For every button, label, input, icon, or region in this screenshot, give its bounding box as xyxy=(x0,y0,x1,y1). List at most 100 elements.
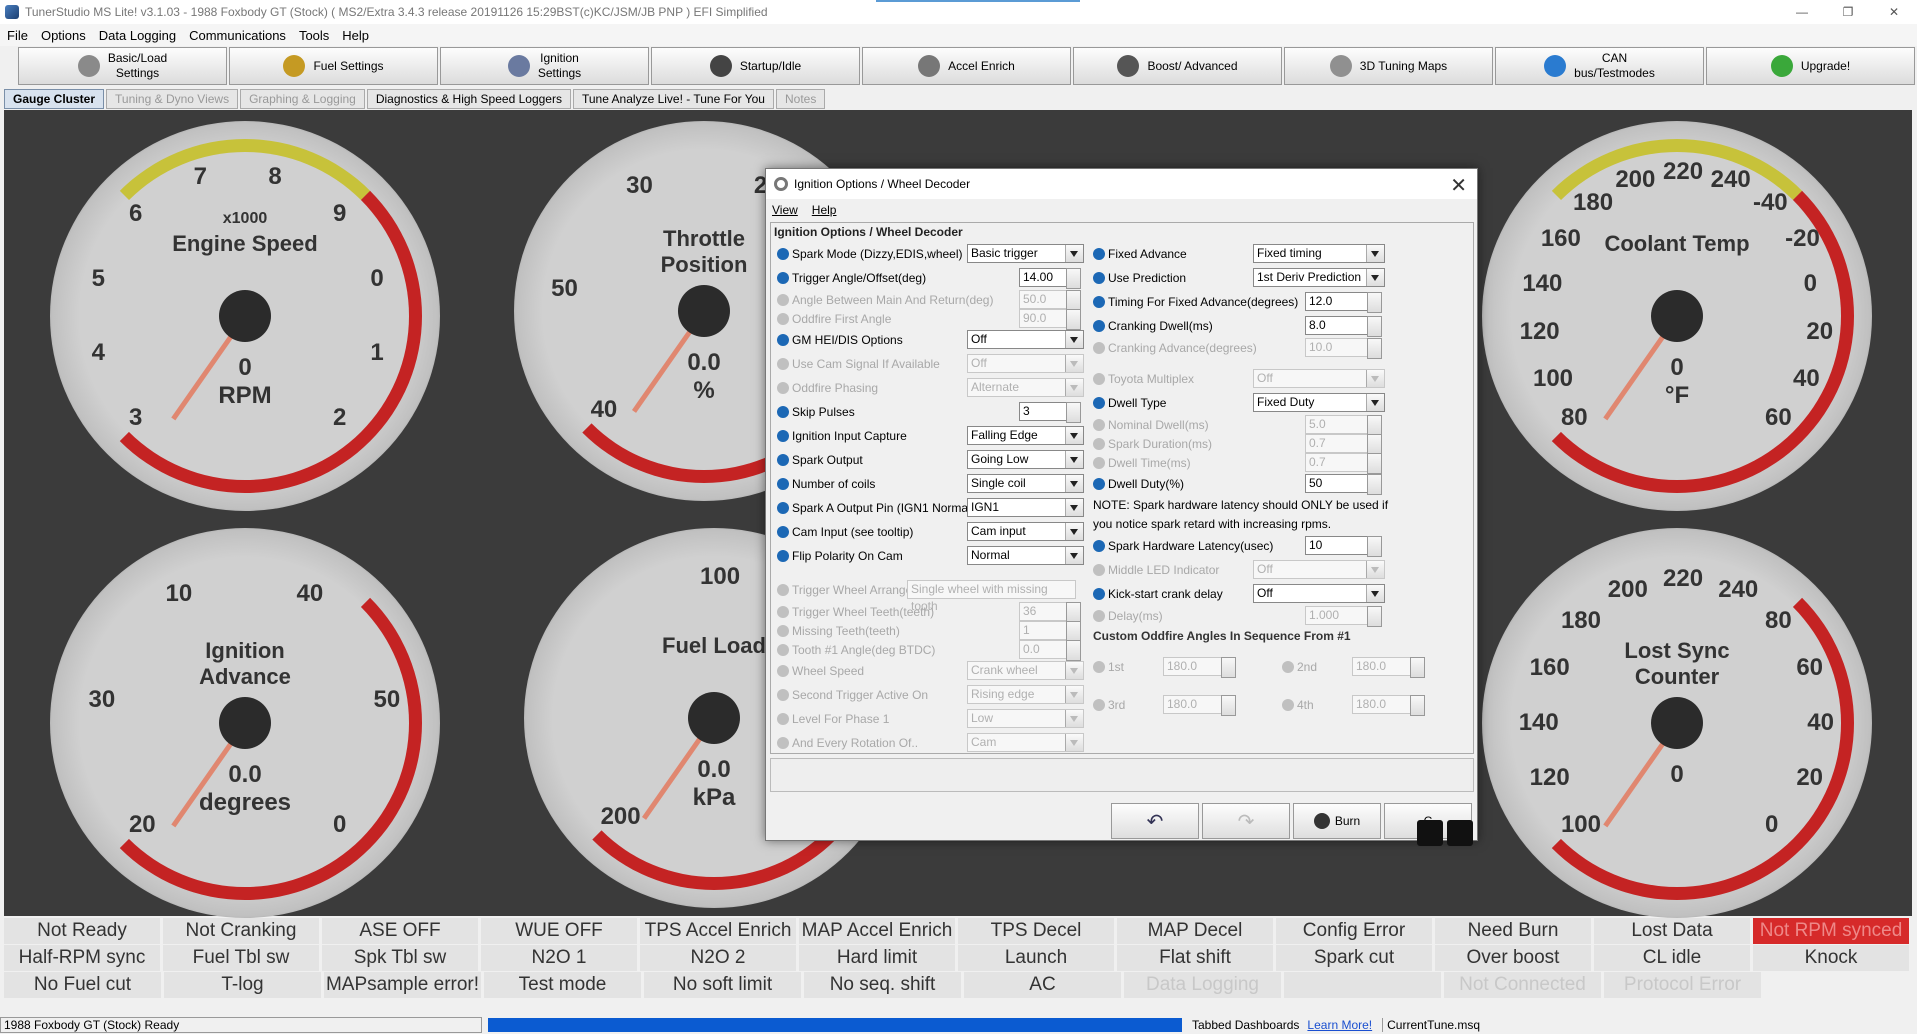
help-icon[interactable] xyxy=(777,737,789,749)
help-icon[interactable] xyxy=(777,624,789,637)
oddfire-spinner: 180.0 xyxy=(1352,695,1425,716)
burn-button[interactable]: Burn xyxy=(1293,803,1381,839)
menu-options[interactable]: Options xyxy=(41,28,86,43)
setting-label: Number of coils xyxy=(792,477,876,491)
toolbar-button-3[interactable]: Ignition Settings xyxy=(440,47,649,85)
toolbar-button-1[interactable]: Basic/Load Settings xyxy=(18,47,227,85)
help-icon[interactable] xyxy=(777,382,789,394)
help-icon[interactable] xyxy=(777,293,789,306)
learn-more-link[interactable]: Learn More! xyxy=(1307,1018,1372,1032)
help-icon[interactable] xyxy=(1093,272,1105,284)
help-icon[interactable] xyxy=(777,665,789,677)
setting-dropdown[interactable]: Normal xyxy=(967,546,1084,565)
toolbar-button-8[interactable]: CAN bus/Testmodes xyxy=(1495,47,1704,85)
refresh-icon[interactable] xyxy=(1447,820,1473,846)
status-indicator: Not Ready xyxy=(4,918,160,944)
toolbar-button-5[interactable]: Accel Enrich xyxy=(862,47,1071,85)
setting-dropdown[interactable]: Single coil xyxy=(967,474,1084,493)
toolbar-button-7[interactable]: 3D Tuning Maps xyxy=(1284,47,1493,85)
setting-spinner[interactable]: 3 xyxy=(1019,402,1081,423)
help-icon[interactable] xyxy=(777,502,789,514)
setting-dropdown[interactable]: 1st Deriv Prediction xyxy=(1253,268,1385,287)
menu-data-logging[interactable]: Data Logging xyxy=(99,28,176,43)
setting-dropdown[interactable]: Basic trigger xyxy=(967,244,1084,263)
setting-dropdown[interactable]: Cam input xyxy=(967,522,1084,541)
restore-icon[interactable]: ❐ xyxy=(1825,0,1871,24)
toolbar-button-6[interactable]: Boost/ Advanced xyxy=(1073,47,1282,85)
setting-spinner[interactable]: 50 xyxy=(1305,474,1382,495)
help-icon[interactable] xyxy=(1093,564,1105,576)
help-icon[interactable] xyxy=(777,526,789,538)
help-icon[interactable] xyxy=(1093,478,1105,490)
setting-dropdown[interactable]: Off xyxy=(967,330,1084,349)
help-icon[interactable] xyxy=(1093,456,1105,469)
help-icon[interactable] xyxy=(1093,418,1105,431)
help-icon[interactable] xyxy=(777,584,789,596)
help-icon[interactable] xyxy=(1282,699,1294,711)
help-icon[interactable] xyxy=(777,430,789,442)
tab-5[interactable]: Tune Analyze Live! - Tune For You xyxy=(572,89,774,109)
tab-2[interactable]: Tuning & Dyno Views xyxy=(106,89,239,109)
setting-dropdown[interactable]: Going Low xyxy=(967,450,1084,469)
menu-communications[interactable]: Communications xyxy=(189,28,286,43)
setting-dropdown[interactable]: Fixed Duty xyxy=(1253,393,1385,412)
help-icon[interactable] xyxy=(777,550,789,562)
gauge-tick-label: 50 xyxy=(551,275,578,302)
redo-button[interactable]: ↷ xyxy=(1202,803,1290,839)
help-icon[interactable] xyxy=(777,713,789,725)
help-icon[interactable] xyxy=(1093,373,1105,385)
help-icon[interactable] xyxy=(777,454,789,466)
tab-4[interactable]: Diagnostics & High Speed Loggers xyxy=(366,89,571,109)
undo-button[interactable]: ↶ xyxy=(1111,803,1199,839)
dialog-menu-view[interactable]: View xyxy=(772,203,798,217)
help-icon[interactable] xyxy=(777,272,789,284)
help-icon[interactable] xyxy=(1093,437,1105,450)
help-icon[interactable] xyxy=(1093,320,1105,332)
toolbar-button-4[interactable]: Startup/Idle xyxy=(651,47,860,85)
help-icon[interactable] xyxy=(1093,341,1105,354)
help-icon[interactable] xyxy=(777,358,789,370)
help-icon[interactable] xyxy=(1093,296,1105,308)
help-icon[interactable] xyxy=(1093,699,1105,711)
help-icon[interactable] xyxy=(777,605,789,618)
setting-dropdown[interactable]: IGN1 xyxy=(967,498,1084,517)
microphone-icon[interactable] xyxy=(1417,820,1443,846)
tab-3[interactable]: Graphing & Logging xyxy=(240,89,365,109)
setting-spinner[interactable]: 14.00 xyxy=(1019,268,1081,289)
tab-6[interactable]: Notes xyxy=(775,89,826,109)
setting-row: Toyota Multiplex Off xyxy=(1093,367,1471,391)
help-icon[interactable] xyxy=(777,334,789,346)
setting-spinner[interactable]: 8.0 xyxy=(1305,316,1382,337)
menu-help[interactable]: Help xyxy=(342,28,369,43)
help-icon[interactable] xyxy=(1093,397,1105,409)
help-icon[interactable] xyxy=(777,248,789,260)
status-indicator: Not Connected xyxy=(1444,972,1601,998)
help-icon[interactable] xyxy=(1093,540,1105,552)
menu-tools[interactable]: Tools xyxy=(299,28,329,43)
toolbar-button-2[interactable]: Fuel Settings xyxy=(229,47,438,85)
help-icon[interactable] xyxy=(777,689,789,701)
help-icon[interactable] xyxy=(777,643,789,656)
setting-dropdown[interactable]: Fixed timing xyxy=(1253,244,1385,263)
minimize-icon[interactable]: — xyxy=(1779,0,1825,24)
dialog-menu: View Help xyxy=(766,199,1477,221)
tab-1[interactable]: Gauge Cluster xyxy=(4,89,105,109)
help-icon[interactable] xyxy=(777,406,789,418)
setting-dropdown[interactable]: Off xyxy=(1253,584,1385,603)
help-icon[interactable] xyxy=(1093,248,1105,260)
help-icon[interactable] xyxy=(1093,588,1105,600)
help-icon[interactable] xyxy=(1093,609,1105,622)
help-icon[interactable] xyxy=(1282,661,1294,673)
toolbar-button-9[interactable]: Upgrade! xyxy=(1706,47,1915,85)
setting-dropdown[interactable]: Falling Edge xyxy=(967,426,1084,445)
close-icon[interactable]: ✕ xyxy=(1450,173,1467,198)
menu-file[interactable]: File xyxy=(7,28,28,43)
setting-spinner[interactable]: 12.0 xyxy=(1305,292,1382,313)
close-window-icon[interactable]: ✕ xyxy=(1871,0,1917,24)
dialog-menu-help[interactable]: Help xyxy=(812,203,837,217)
help-icon[interactable] xyxy=(777,478,789,490)
toolbar-button-label: CAN bus/Testmodes xyxy=(1574,51,1655,80)
setting-spinner[interactable]: 10 xyxy=(1305,536,1382,557)
help-icon[interactable] xyxy=(777,312,789,325)
help-icon[interactable] xyxy=(1093,661,1105,673)
